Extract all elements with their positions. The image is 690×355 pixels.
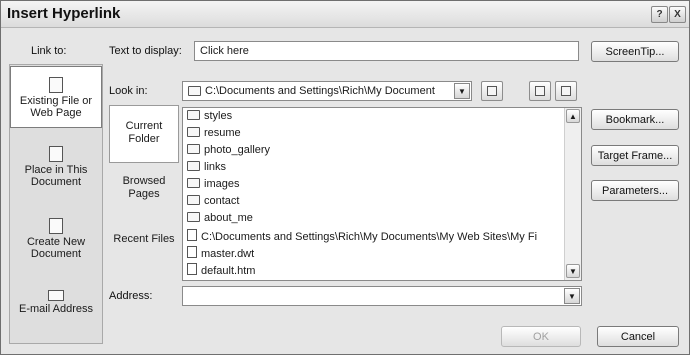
target-frame-button[interactable]: Target Frame... (591, 145, 679, 166)
chevron-down-icon[interactable]: ▼ (564, 288, 580, 304)
text-to-display-label: Text to display: (109, 45, 182, 57)
link-to-label: Link to: (31, 45, 67, 57)
ok-button[interactable]: OK (501, 326, 581, 347)
list-item[interactable]: contact (187, 195, 239, 209)
scroll-up-icon[interactable]: ▲ (566, 109, 580, 123)
file-icon (187, 246, 197, 258)
address-combo[interactable]: ▼ (182, 286, 582, 306)
nav-create-new-document[interactable]: Create New Document (10, 218, 102, 268)
browse-tabs: Current Folder Browsed Pages Recent File… (109, 105, 179, 281)
look-in-combo[interactable]: C:\Documents and Settings\Rich\My Docume… (182, 81, 472, 101)
folder-icon (561, 86, 571, 96)
list-item[interactable]: C:\Documents and Settings\Rich\My Docume… (187, 229, 537, 243)
list-item[interactable]: resume (187, 127, 241, 141)
folder-icon (187, 144, 200, 154)
screentip-button[interactable]: ScreenTip... (591, 41, 679, 62)
close-button[interactable]: X (669, 6, 686, 23)
list-item[interactable]: images (187, 178, 239, 192)
cancel-button[interactable]: Cancel (597, 326, 679, 347)
file-globe-icon (49, 77, 63, 93)
chevron-down-icon[interactable]: ▼ (454, 83, 470, 99)
tab-recent-files[interactable]: Recent Files (109, 233, 179, 273)
list-item[interactable]: master.dwt (187, 246, 254, 260)
folder-icon (187, 161, 200, 171)
up-folder-button[interactable] (481, 81, 503, 101)
vertical-scrollbar[interactable]: ▲ ▼ (564, 108, 581, 280)
folder-icon (187, 110, 200, 120)
text-to-display-input[interactable]: Click here (194, 41, 579, 61)
folder-icon (187, 195, 200, 205)
scroll-down-icon[interactable]: ▼ (566, 264, 580, 278)
list-item[interactable]: photo_gallery (187, 144, 270, 158)
browse-web-icon (535, 86, 545, 96)
web-page-icon (187, 263, 197, 275)
envelope-icon (48, 290, 64, 301)
nav-label: Existing File or Web Page (19, 95, 93, 119)
nav-label: Create New Document (26, 236, 86, 260)
nav-email-address[interactable]: E-mail Address (10, 290, 102, 330)
list-item[interactable]: links (187, 161, 226, 175)
help-button[interactable]: ? (651, 6, 668, 23)
folder-icon (187, 127, 200, 137)
document-bookmark-icon (49, 146, 63, 162)
insert-hyperlink-dialog: Insert Hyperlink ? X Link to: Existing F… (0, 0, 690, 355)
list-item[interactable]: about_me (187, 212, 253, 226)
dialog-title: Insert Hyperlink (7, 5, 121, 22)
folder-icon (187, 212, 200, 222)
bookmark-button[interactable]: Bookmark... (591, 109, 679, 130)
link-to-nav: Existing File or Web Page Place in This … (9, 64, 103, 344)
address-label: Address: (109, 290, 153, 302)
tab-browsed-pages[interactable]: Browsed Pages (109, 175, 179, 215)
folder-icon (187, 178, 200, 188)
nav-place-in-document[interactable]: Place in This Document (10, 146, 102, 196)
nav-label: E-mail Address (19, 303, 93, 315)
browse-file-button[interactable] (555, 81, 577, 101)
look-in-label: Look in: (109, 85, 148, 97)
parameters-button[interactable]: Parameters... (591, 180, 679, 201)
file-icon (187, 229, 197, 241)
tab-current-folder[interactable]: Current Folder (109, 105, 179, 163)
new-document-icon (49, 218, 63, 234)
file-list[interactable]: styles resume photo_gallery links images… (182, 107, 582, 281)
drive-icon (188, 86, 201, 96)
up-folder-icon (487, 86, 497, 96)
list-item[interactable]: styles (187, 110, 232, 124)
nav-existing-file[interactable]: Existing File or Web Page (10, 66, 102, 128)
title-bar: Insert Hyperlink ? X (1, 1, 689, 28)
nav-label: Place in This Document (24, 164, 88, 188)
list-item[interactable]: default.htm (187, 263, 255, 277)
browse-web-button[interactable] (529, 81, 551, 101)
